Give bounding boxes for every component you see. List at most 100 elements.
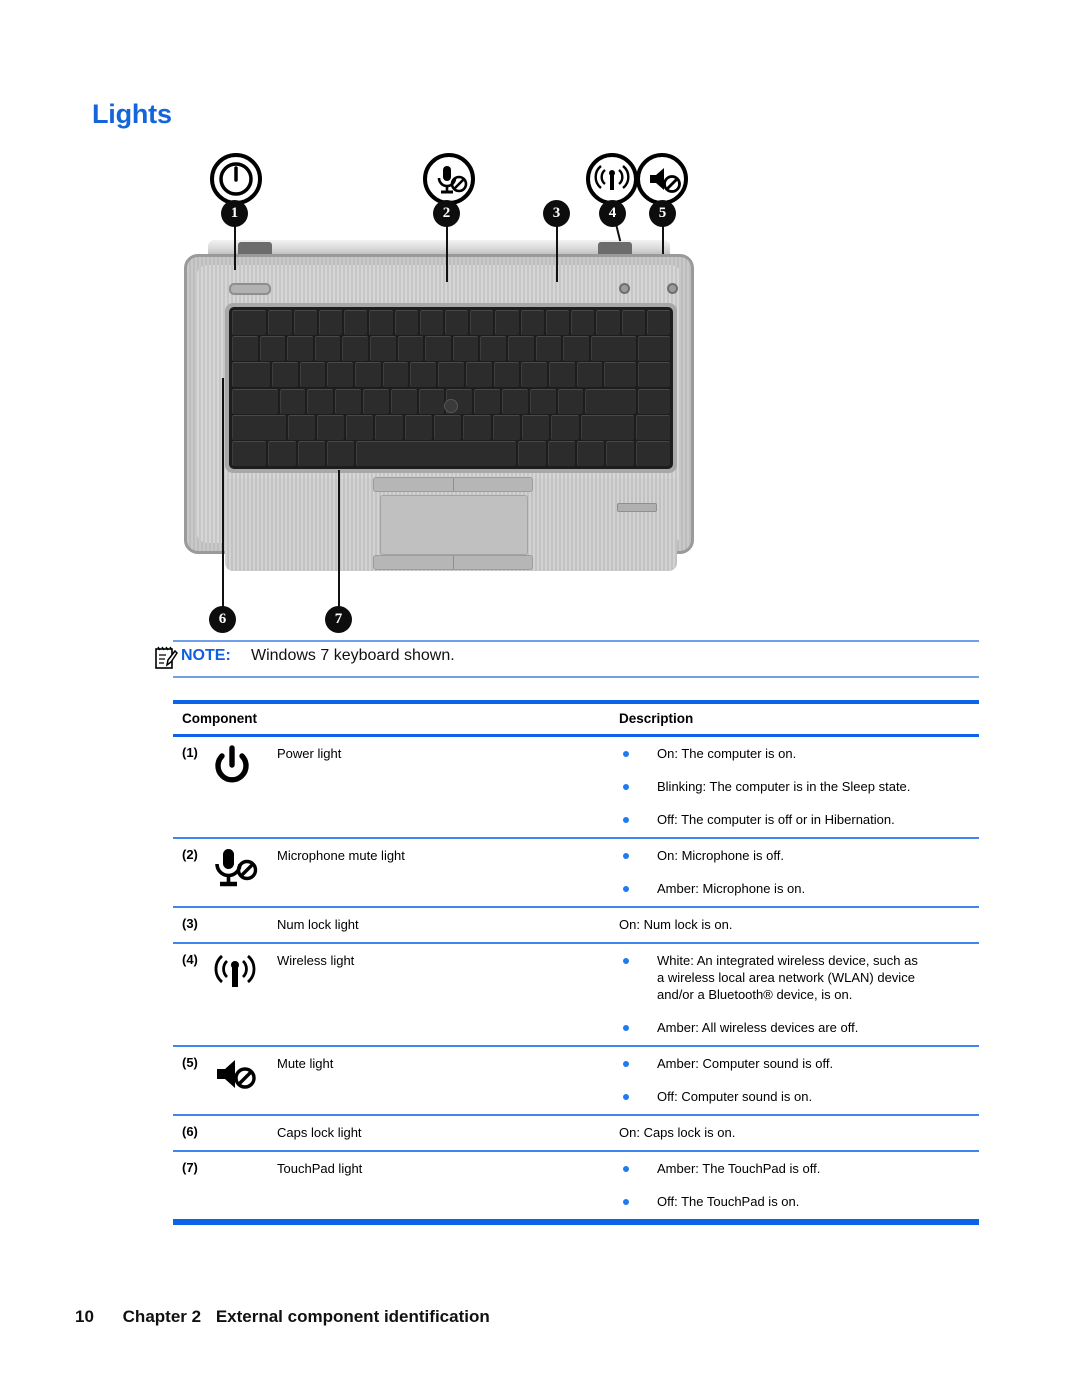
- row-icon-cell: [209, 916, 277, 933]
- description-cell: White: An integrated wireless device, su…: [610, 952, 979, 1036]
- table-row: (6) Caps lock light On: Caps lock is on.: [173, 1116, 979, 1150]
- list-item: On: The computer is on.: [619, 745, 979, 762]
- keyboard-tray: [225, 303, 677, 473]
- keyboard-row-shift: [232, 414, 671, 440]
- list-item: White: An integrated wireless device, su…: [619, 952, 924, 1003]
- component-name: Caps lock light: [277, 1125, 362, 1140]
- wireless-icon: [586, 153, 638, 205]
- laptop-base: [184, 254, 694, 571]
- table-row: (1) Power light On: The computer is on. …: [173, 737, 979, 837]
- mute-led: [667, 283, 678, 294]
- mute-icon: [636, 153, 688, 205]
- table-row: (5) Mute light Amber: Computer sound is …: [173, 1047, 979, 1114]
- component-name: Microphone mute light: [277, 848, 405, 863]
- list-item: Amber: Computer sound is off.: [619, 1055, 979, 1072]
- laptop-base-surface: [197, 265, 681, 571]
- row-number: (3): [182, 916, 198, 931]
- table-bottom-rule: [173, 1219, 979, 1225]
- keyboard-row-numbers: [232, 336, 670, 362]
- touchpad-buttons-top: [373, 477, 533, 492]
- description-list: Amber: The TouchPad is off. Off: The Tou…: [619, 1160, 979, 1210]
- row-number: (2): [182, 847, 198, 862]
- callout-marker-2: 2: [433, 200, 460, 227]
- row-icon-cell: [209, 1160, 277, 1210]
- list-item: Amber: Microphone is on.: [619, 880, 979, 897]
- list-item: Off: The TouchPad is on.: [619, 1193, 979, 1210]
- keyboard-row-function: [232, 310, 671, 335]
- callout-marker-3: 3: [543, 200, 570, 227]
- components-table: Component Description (1) Power light On…: [173, 700, 979, 1225]
- description-list: On: The computer is on. Blinking: The co…: [619, 745, 979, 828]
- laptop-illustration: [180, 240, 698, 585]
- table-header-row: Component Description: [173, 704, 979, 734]
- touchpad-buttons-bottom: [373, 555, 533, 570]
- description-list: On: Microphone is off. Amber: Microphone…: [619, 847, 979, 897]
- callout-marker-5: 5: [649, 200, 676, 227]
- note-text: Windows 7 keyboard shown.: [251, 647, 455, 664]
- column-header-description: Description: [619, 711, 694, 726]
- page-number: 10: [75, 1307, 94, 1326]
- touchpad: [380, 495, 528, 555]
- note-rule-bottom: [173, 676, 979, 678]
- description-cell: On: Microphone is off. Amber: Microphone…: [610, 847, 979, 897]
- list-item: Off: The computer is off or in Hibernati…: [619, 811, 979, 828]
- list-item: Off: Computer sound is on.: [619, 1088, 979, 1105]
- description-cell: Amber: Computer sound is off. Off: Compu…: [610, 1055, 979, 1105]
- power-icon: [209, 743, 255, 794]
- row-icon-cell: [209, 1055, 277, 1105]
- note-label: NOTE:: [181, 647, 231, 664]
- table-row: (3) Num lock light On: Num lock is on.: [173, 908, 979, 942]
- microphone-mute-icon: [423, 153, 475, 205]
- list-item: Amber: All wireless devices are off.: [619, 1019, 979, 1036]
- callout-marker-1: 1: [221, 200, 248, 227]
- power-button: [229, 283, 271, 295]
- description-cell: Amber: The TouchPad is off. Off: The Tou…: [610, 1160, 979, 1210]
- footer-title: External component identification: [215, 1307, 490, 1326]
- note-body: NOTE: Windows 7 keyboard shown.: [155, 642, 979, 676]
- keyboard-row-space: [232, 441, 670, 466]
- callout-marker-4: 4: [599, 200, 626, 227]
- wireless-led: [619, 283, 630, 294]
- row-icon-cell: [209, 952, 277, 1036]
- note-pencil-icon: [154, 645, 178, 671]
- table-row: (4) Wireless light White: An integrated …: [173, 944, 979, 1045]
- row-number: (1): [182, 745, 198, 760]
- list-item: Amber: The TouchPad is off.: [619, 1160, 979, 1177]
- description-cell: On: Caps lock is on.: [610, 1124, 979, 1141]
- table-row: (2) Microphone mute light On: Microphone…: [173, 839, 979, 906]
- row-number: (6): [182, 1124, 198, 1139]
- list-item: On: Microphone is off.: [619, 847, 979, 864]
- column-header-component: Component: [182, 711, 257, 726]
- keyboard-row-qwerty: [232, 362, 670, 388]
- component-name: Wireless light: [277, 953, 355, 968]
- row-icon-cell: [209, 745, 277, 828]
- description-text: On: Caps lock is on.: [619, 1125, 736, 1140]
- mute-icon: [209, 1053, 261, 1104]
- row-number: (4): [182, 952, 198, 967]
- row-number: (7): [182, 1160, 198, 1175]
- wireless-icon: [209, 950, 261, 1001]
- component-name: Power light: [277, 746, 342, 761]
- description-list: White: An integrated wireless device, su…: [619, 952, 979, 1036]
- description-text: On: Num lock is on.: [619, 917, 733, 932]
- page-footer: 10 Chapter 2 External component identifi…: [75, 1307, 490, 1327]
- palm-rest: [225, 477, 677, 571]
- leader-line-6: [222, 378, 224, 608]
- row-icon-cell: [209, 1124, 277, 1141]
- table-row: (7) TouchPad light Amber: The TouchPad i…: [173, 1152, 979, 1219]
- power-icon: [210, 153, 262, 205]
- microphone-mute-icon: [209, 845, 261, 896]
- component-name: Num lock light: [277, 917, 359, 932]
- note-callout: NOTE: Windows 7 keyboard shown.: [155, 640, 979, 678]
- page-title: Lights: [92, 99, 172, 129]
- component-name: TouchPad light: [277, 1161, 363, 1176]
- keyboard: [229, 307, 673, 469]
- callout-marker-6: 6: [209, 606, 236, 633]
- description-list: Amber: Computer sound is off. Off: Compu…: [619, 1055, 979, 1105]
- document-page: Lights 1 2 3 4 5 6 7 NOTE: Windows 7 key…: [0, 0, 1080, 1397]
- list-item: Blinking: The computer is in the Sleep s…: [619, 778, 979, 795]
- row-icon-cell: [209, 847, 277, 897]
- component-name: Mute light: [277, 1056, 334, 1071]
- leader-line-7: [338, 470, 340, 608]
- callout-marker-7: 7: [325, 606, 352, 633]
